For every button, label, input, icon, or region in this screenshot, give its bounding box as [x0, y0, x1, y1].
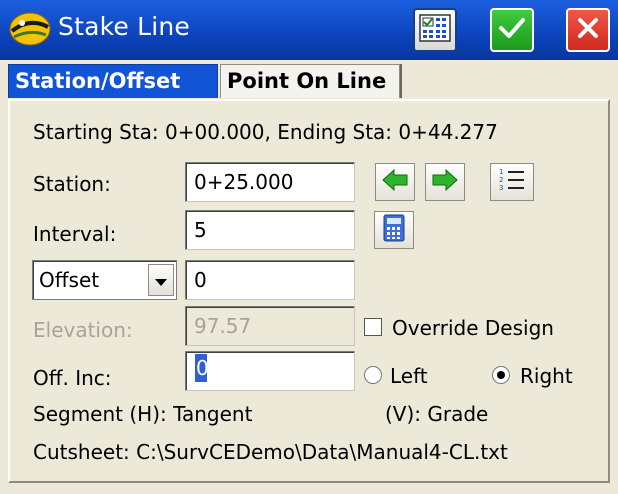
previous-station-button[interactable]: [375, 163, 415, 201]
offset-input[interactable]: 0: [185, 260, 355, 300]
tab-station-offset[interactable]: Station/Offset: [8, 64, 218, 98]
cancel-button[interactable]: [566, 8, 610, 52]
right-radio-label: Right: [520, 364, 573, 388]
station-input[interactable]: 0+25.000: [185, 162, 355, 202]
left-radio-label: Left: [390, 364, 428, 388]
left-radio[interactable]: [364, 366, 382, 384]
off-inc-input[interactable]: [185, 351, 355, 391]
station-list-button[interactable]: 123: [490, 163, 534, 201]
elevation-label: Elevation:: [33, 318, 133, 342]
arrow-right-icon: [431, 168, 459, 195]
interval-input[interactable]: 5: [185, 210, 355, 250]
app-logo-icon: [8, 9, 52, 49]
off-inc-value: 0: [196, 356, 209, 380]
tab-point-on-line[interactable]: Point On Line: [220, 64, 400, 98]
station-range-text: Starting Sta: 0+00.000, Ending Sta: 0+44…: [33, 120, 498, 144]
calculator-icon: [419, 14, 451, 46]
checkmark-icon: [497, 15, 527, 45]
dropdown-arrow-button[interactable]: [148, 264, 174, 296]
interval-label: Interval:: [33, 222, 117, 246]
ok-button[interactable]: [490, 8, 534, 52]
cutsheet-path-text: Cutsheet: C:\SurvCEDemo\Data\Manual4-CL.…: [33, 440, 508, 464]
station-label: Station:: [33, 172, 111, 196]
next-station-button[interactable]: [425, 163, 465, 201]
window-title: Stake Line: [58, 12, 191, 41]
numbered-list-icon: 123: [497, 167, 527, 197]
elevation-input: 97.57: [185, 306, 355, 346]
chevron-down-icon: [155, 261, 167, 299]
svg-text:3: 3: [499, 184, 503, 192]
override-design-checkbox[interactable]: [364, 318, 382, 336]
segment-horizontal-text: Segment (H): Tangent: [33, 402, 253, 426]
interval-calculator-button[interactable]: [374, 211, 414, 249]
svg-text:1: 1: [499, 168, 503, 176]
close-icon: [575, 15, 601, 45]
segment-vertical-text: (V): Grade: [385, 402, 489, 426]
off-inc-label: Off. Inc:: [33, 366, 112, 390]
calculator-button[interactable]: [413, 8, 457, 52]
offset-type-select[interactable]: Offset: [32, 260, 177, 300]
title-bar: Stake Line: [0, 0, 618, 60]
right-radio[interactable]: [492, 366, 510, 384]
svg-text:2: 2: [499, 176, 503, 184]
override-design-label: Override Design: [392, 316, 554, 340]
calculator-icon: [383, 214, 405, 246]
arrow-left-icon: [381, 168, 409, 195]
offset-type-value: Offset: [39, 268, 100, 292]
tab-strip: Station/Offset Point On Line: [0, 60, 618, 100]
